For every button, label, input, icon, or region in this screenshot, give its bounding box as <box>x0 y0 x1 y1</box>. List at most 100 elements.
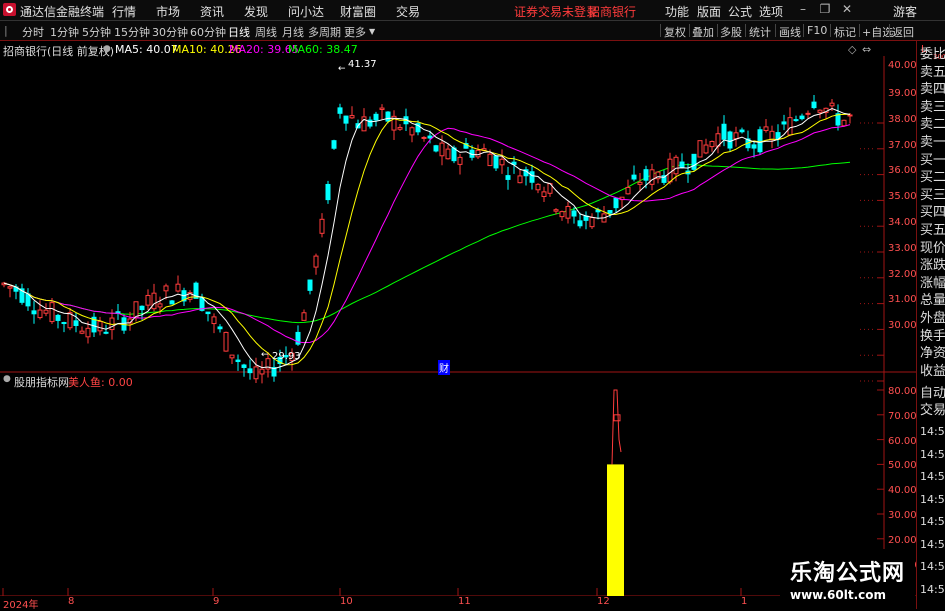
menu-zixun[interactable]: 资讯 <box>200 3 224 20</box>
close-icon[interactable]: ✕ <box>840 2 854 16</box>
more-dropdown-icon[interactable]: ▼ <box>369 27 375 36</box>
panel-lower-0[interactable]: 自动 <box>920 386 945 401</box>
price-tick: 34.00 <box>888 217 917 228</box>
toolbar-separator <box>660 24 661 37</box>
period-30min[interactable]: 30分钟 <box>152 24 188 40</box>
ma5-line <box>3 107 851 370</box>
btn-huaxian[interactable]: 画线 <box>779 24 801 40</box>
ma10-line <box>3 113 851 366</box>
panel-time-1: 14:56 <box>920 447 945 461</box>
panel-field-13: 涨幅 <box>920 275 945 291</box>
toolbar-handle-icon: | <box>4 24 8 37</box>
expand-icon[interactable]: ⇔ <box>862 43 871 56</box>
menu-wenxiaoda[interactable]: 问小达 <box>288 3 324 20</box>
period-fenshi[interactable]: 分时 <box>22 24 44 40</box>
period-60min[interactable]: 60分钟 <box>190 24 226 40</box>
restore-icon[interactable]: ❐ <box>818 2 832 16</box>
period-1min[interactable]: 1分钟 <box>50 24 79 40</box>
toolbar-separator <box>745 24 746 37</box>
notice-stock[interactable]: 招商银行 <box>588 3 636 20</box>
ma60-value: MA60: 38.47 <box>288 43 358 56</box>
diamond-icon[interactable]: ◇ <box>848 43 856 56</box>
panel-field-12: 涨跌 <box>920 258 945 274</box>
panel-time-3: 14:56 <box>920 492 945 506</box>
btn-f10[interactable]: F10 <box>807 24 827 37</box>
indicator-tick: 70.00 <box>888 410 917 422</box>
period-more[interactable]: 更多 <box>344 24 366 40</box>
ma5-value: MA5: 40.07 <box>115 43 178 56</box>
btn-tongji[interactable]: 统计 <box>749 24 771 40</box>
watermark-url: www.60lt.com <box>790 588 887 602</box>
financial-report-marker[interactable]: 财 <box>438 360 450 375</box>
panel-time-6: 14:56 <box>920 560 945 573</box>
sub-settings-icon[interactable]: ● <box>3 374 11 384</box>
sub-indicator-name[interactable]: 股朋指标网 <box>14 374 69 390</box>
price-tick: 38.00 <box>888 114 917 125</box>
price-tick: 36.00 <box>888 165 917 176</box>
indicator-spike-line <box>611 389 622 465</box>
price-tick: 33.00 <box>888 243 917 254</box>
ma60-line <box>3 161 851 324</box>
menu-hangqing[interactable]: 行情 <box>112 3 136 20</box>
btn-diejia[interactable]: 叠加 <box>692 24 714 40</box>
menu-bar: 通达信金融终端 行情 市场 资讯 发现 问小达 财富圈 交易 证券交易未登录 招… <box>0 0 945 21</box>
toolbar-separator <box>717 24 718 37</box>
btn-duogu[interactable]: 多股 <box>720 24 742 40</box>
app-title: 通达信金融终端 <box>20 5 105 19</box>
login-notice[interactable]: 证券交易未登录 <box>514 3 598 20</box>
price-tick: 37.00 <box>888 140 917 151</box>
price-tick: 39.00 <box>888 88 917 99</box>
indicator-tick: 50.00 <box>888 460 917 472</box>
menu-xuanxiang[interactable]: 选项 <box>759 3 783 20</box>
low-price-label: 29.93 <box>272 351 301 362</box>
x-label-dec: 12 <box>597 596 610 607</box>
panel-field-11: 现价 <box>920 240 945 256</box>
panel-field-9: 买四 <box>920 205 945 221</box>
period-5min[interactable]: 5分钟 <box>82 24 111 40</box>
price-tick: 35.00 <box>888 191 917 202</box>
menu-gongneng[interactable]: 功能 <box>665 3 689 20</box>
panel-field-6: 买一 <box>920 152 945 168</box>
panel-field-2: 卖四 <box>920 82 945 98</box>
low-arrow-icon: ← <box>261 350 269 360</box>
toolbar-separator <box>803 24 804 37</box>
period-daily[interactable]: 日线 <box>228 24 250 40</box>
toolbar-separator <box>830 24 831 37</box>
app-logo-icon <box>3 3 16 16</box>
menu-jiaoyi[interactable]: 交易 <box>396 3 420 20</box>
btn-fuquan[interactable]: 复权 <box>664 24 686 40</box>
price-tick: 31.00 <box>888 294 917 305</box>
panel-field-16: 换手 <box>920 328 945 344</box>
visitor-label[interactable]: 游客 <box>893 3 917 20</box>
toolbar-separator <box>859 24 860 37</box>
menu-faxian[interactable]: 发现 <box>244 3 268 20</box>
period-multi[interactable]: 多周期 <box>308 24 341 40</box>
panel-field-15: 外盘 <box>920 311 945 326</box>
panel-time-0: 14:56 <box>920 425 945 438</box>
kline-chart[interactable] <box>0 56 916 596</box>
menu-shichang[interactable]: 市场 <box>156 3 180 20</box>
menu-banmian[interactable]: 版面 <box>697 3 721 20</box>
indicator-tick: 80.00 <box>888 386 917 397</box>
indicator-tick: 30.00 <box>888 510 917 521</box>
panel-field-7: 买二 <box>920 170 945 186</box>
price-tick: 40.00 <box>888 60 917 71</box>
btn-back[interactable]: 返回 <box>892 24 914 40</box>
period-monthly[interactable]: 月线 <box>282 24 304 40</box>
minimize-icon[interactable]: – <box>796 2 810 16</box>
panel-field-8: 买三 <box>920 187 945 203</box>
menu-caifuquan[interactable]: 财富圈 <box>340 3 376 20</box>
btn-biaoji[interactable]: 标记 <box>834 24 856 40</box>
panel-field-14: 总量 <box>920 293 945 309</box>
period-15min[interactable]: 15分钟 <box>114 24 150 40</box>
indicator-marker-icon <box>613 414 621 422</box>
panel-lower-1[interactable]: 交易 <box>920 403 945 418</box>
period-weekly[interactable]: 周线 <box>255 24 277 40</box>
panel-time-2: 14:56 <box>920 470 945 483</box>
menu-gongshi[interactable]: 公式 <box>728 3 752 20</box>
panel-time-7: 14:56 <box>920 582 945 596</box>
panel-time-5: 14:56 <box>920 537 945 551</box>
indicator-settings-icon[interactable]: ● <box>103 44 111 54</box>
sub-indicator-value: 美人鱼: 0.00 <box>68 376 133 389</box>
chart-info-line: 招商银行(日线 前复权) ● MA5: 40.07 MA10: 40.26 MA… <box>0 41 871 58</box>
